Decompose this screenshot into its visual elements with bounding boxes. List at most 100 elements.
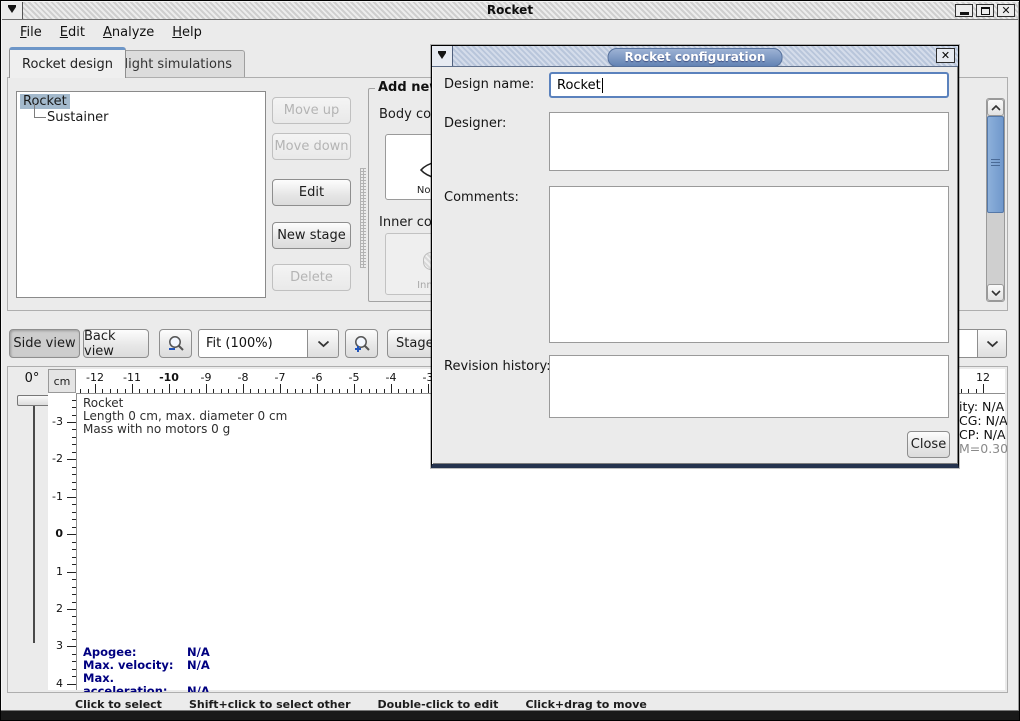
rotation-slider-track bbox=[33, 401, 35, 643]
ruler-tick bbox=[354, 384, 355, 393]
ruler-label: -5 bbox=[349, 371, 360, 384]
dialog-window-menu-button[interactable] bbox=[432, 46, 453, 66]
ruler-label: -10 bbox=[159, 371, 179, 384]
back-view-button[interactable]: Back view bbox=[83, 329, 149, 358]
rocket-info-text: RocketLength 0 cm, max. diameter 0 cmMas… bbox=[83, 397, 287, 436]
ruler-tick bbox=[391, 384, 392, 393]
scroll-down-button[interactable] bbox=[987, 284, 1004, 301]
tree-item-sustainer[interactable]: Sustainer bbox=[47, 110, 109, 125]
ruler-tick bbox=[67, 534, 76, 535]
flight-data-block: Apogee:N/A Max. velocity:N/A Max. accele… bbox=[83, 646, 210, 693]
ruler-label: -8 bbox=[238, 371, 249, 384]
window-title: Rocket bbox=[2, 3, 1018, 17]
chevron-up-icon bbox=[991, 105, 1001, 111]
ruler-tick bbox=[280, 384, 281, 393]
main-titlebar: Rocket ✕ bbox=[2, 2, 1018, 20]
window-bottom-frame bbox=[1, 710, 1019, 720]
move-down-button: Move down bbox=[272, 133, 351, 160]
unit-label: cm bbox=[48, 369, 76, 393]
ruler-tick bbox=[67, 609, 76, 610]
vertical-ruler: -3 -2 -1 0 1 2 3 4 bbox=[48, 393, 76, 690]
side-view-button[interactable]: Side view bbox=[9, 329, 80, 358]
close-icon: ✕ bbox=[941, 49, 950, 62]
ruler-label: -3 bbox=[52, 415, 63, 428]
text-caret bbox=[602, 78, 603, 93]
ruler-label: -2 bbox=[52, 452, 63, 465]
new-stage-button[interactable]: New stage bbox=[272, 222, 351, 249]
menu-file[interactable]: File bbox=[11, 22, 51, 43]
rotation-value: 0° bbox=[14, 371, 50, 386]
ruler-tick bbox=[983, 384, 984, 393]
ruler-label: -1 bbox=[52, 490, 63, 503]
ruler-tick bbox=[243, 384, 244, 393]
zoom-out-icon bbox=[166, 334, 186, 354]
design-name-label: Design name: bbox=[444, 77, 534, 92]
tree-elbow-line bbox=[34, 104, 46, 118]
ruler-tick bbox=[317, 384, 318, 393]
flight-row: Max. acceleration:N/A bbox=[83, 672, 210, 693]
revision-history-label: Revision history: bbox=[444, 359, 551, 374]
ruler-label: -4 bbox=[386, 371, 397, 384]
ruler-label: -7 bbox=[275, 371, 286, 384]
menu-analyze[interactable]: Analyze bbox=[94, 22, 163, 43]
scrollbar-grip bbox=[991, 162, 1000, 163]
component-tree[interactable]: Rocket Sustainer bbox=[16, 91, 266, 298]
zoom-in-icon bbox=[352, 334, 372, 354]
designer-label: Designer: bbox=[444, 116, 506, 131]
zoom-in-button[interactable] bbox=[345, 329, 378, 358]
rocket-configuration-dialog: Rocket configuration ✕ Design name: Rock… bbox=[431, 45, 959, 468]
ruler-label: 4 bbox=[56, 677, 63, 690]
menubar: File Edit Analyze Help bbox=[3, 20, 1017, 45]
splitter-grip[interactable] bbox=[360, 168, 366, 268]
dialog-close-action-button[interactable]: Close bbox=[907, 431, 950, 458]
dialog-titlebar: Rocket configuration ✕ bbox=[432, 46, 958, 67]
rotation-slider-handle[interactable] bbox=[17, 395, 51, 406]
ruler-tick bbox=[67, 422, 76, 423]
ruler-tick bbox=[428, 384, 429, 393]
comments-textarea[interactable] bbox=[549, 186, 949, 343]
zoom-out-button[interactable] bbox=[159, 329, 192, 358]
chevron-down-icon bbox=[991, 290, 1001, 296]
ruler-label: -11 bbox=[123, 371, 141, 384]
design-name-value: Rocket bbox=[557, 78, 601, 93]
scrollbar-thumb[interactable] bbox=[987, 116, 1004, 213]
scroll-up-button[interactable] bbox=[987, 99, 1004, 116]
comments-label: Comments: bbox=[444, 190, 519, 205]
ruler-label: 0 bbox=[55, 527, 63, 540]
ruler-label: 3 bbox=[56, 639, 63, 652]
zoom-level-combobox[interactable]: Fit (100%) bbox=[198, 329, 308, 358]
stability-info-block: ity: N/A CG: N/A CP: N/A M=0.30 bbox=[959, 400, 1008, 456]
delete-button: Delete bbox=[272, 264, 351, 291]
menu-help[interactable]: Help bbox=[163, 22, 211, 43]
edit-button[interactable]: Edit bbox=[272, 179, 351, 206]
ruler-label: -6 bbox=[312, 371, 323, 384]
ruler-tick bbox=[67, 497, 76, 498]
zoom-level-value: Fit (100%) bbox=[206, 336, 273, 351]
ruler-label: 12 bbox=[976, 371, 990, 384]
configuration-dropdown-button[interactable] bbox=[977, 329, 1007, 358]
vertical-scrollbar[interactable] bbox=[986, 98, 1005, 302]
chevron-down-icon bbox=[317, 340, 330, 348]
design-name-input[interactable]: Rocket bbox=[549, 72, 949, 98]
main-window: Rocket ✕ File Edit Analyze Help Rocket d… bbox=[0, 0, 1020, 721]
ruler-tick bbox=[67, 572, 76, 573]
dialog-close-button[interactable]: ✕ bbox=[936, 48, 955, 63]
ruler-tick bbox=[67, 646, 76, 647]
revision-history-textarea[interactable] bbox=[549, 355, 949, 418]
ruler-label: 2 bbox=[56, 602, 63, 615]
dialog-title: Rocket configuration bbox=[608, 48, 783, 67]
menu-edit[interactable]: Edit bbox=[51, 22, 94, 43]
ruler-tick bbox=[169, 384, 170, 393]
tab-rocket-design[interactable]: Rocket design bbox=[9, 47, 126, 78]
ruler-tick bbox=[67, 684, 76, 685]
ruler-tick bbox=[67, 459, 76, 460]
ruler-tick bbox=[95, 384, 96, 393]
chevron-down-icon bbox=[986, 340, 999, 348]
ruler-tick bbox=[132, 384, 133, 393]
zoom-level-dropdown-button[interactable] bbox=[307, 329, 339, 358]
ruler-label: -12 bbox=[86, 371, 104, 384]
window-menu-icon bbox=[438, 53, 446, 63]
designer-textarea[interactable] bbox=[549, 112, 949, 171]
ruler-label: -9 bbox=[201, 371, 212, 384]
ruler-label: 1 bbox=[56, 564, 63, 577]
